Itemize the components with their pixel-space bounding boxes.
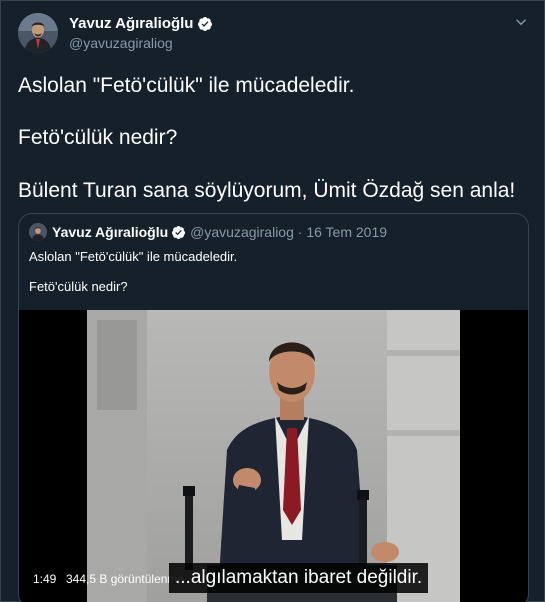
quoted-text-line-1: Aslolan "Fetö'cülük" ile mücadeledir. <box>29 249 238 264</box>
video-player[interactable]: 1:49 344,5 B görüntülenme ...algılamakta… <box>19 310 528 602</box>
verified-badge-icon <box>198 16 213 31</box>
tweet-text-line-2: Fetö'cülük nedir? <box>18 126 178 149</box>
quoted-author-name: Yavuz Ağıralioğlu <box>52 224 169 240</box>
quoted-tweet[interactable]: Yavuz Ağıralioğlu @yavuzagiraliog · 16 T… <box>18 213 529 602</box>
author-name[interactable]: Yavuz Ağıralioğlu <box>69 15 193 32</box>
video-duration: 1:49 <box>33 572 57 586</box>
tweet-text-line-1: Aslolan "Fetö'cülük" ile mücadeledir. <box>18 74 355 97</box>
video-frame[interactable] <box>87 310 460 602</box>
chevron-down-icon[interactable] <box>512 13 530 31</box>
quoted-author-avatar <box>29 223 47 241</box>
quoted-text-line-2: Fetö'cülük nedir? <box>29 279 128 294</box>
author-avatar[interactable] <box>18 13 58 53</box>
quoted-handle-date: @yavuzagiraliog · 16 Tem 2019 <box>190 224 388 240</box>
tweet-text-line-3: Bülent Turan sana söylüyorum, Ümit Özdağ… <box>18 179 516 202</box>
video-view-count: 344,5 B görüntülenme <box>66 572 185 586</box>
verified-badge-icon <box>172 225 186 239</box>
video-subtitle: ...algılamaktan ibaret değildir. <box>169 563 429 593</box>
tweet-card[interactable]: Yavuz Ağıralioğlu @yavuzagiraliog Aslola… <box>0 0 545 602</box>
author-handle[interactable]: @yavuzagiraliog <box>69 35 173 51</box>
